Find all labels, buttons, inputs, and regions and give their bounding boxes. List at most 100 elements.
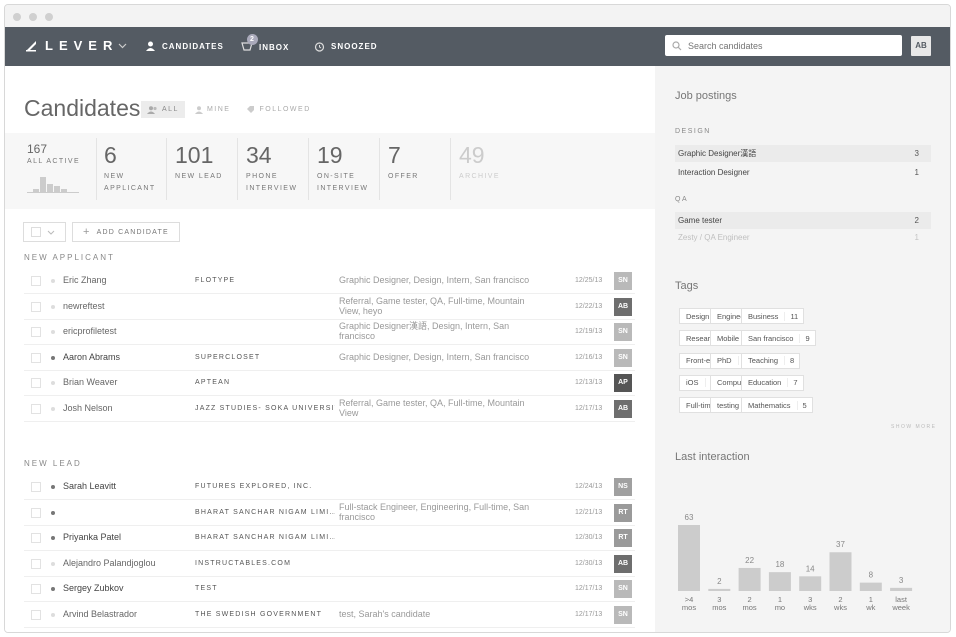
row-checkbox[interactable] (31, 558, 41, 569)
row-checkbox[interactable] (31, 482, 41, 492)
row-checkbox[interactable] (31, 301, 41, 312)
candidate-name[interactable]: Priyanka Patel (63, 532, 121, 542)
chart-bar[interactable] (768, 572, 791, 591)
candidate-row[interactable]: ericprofiletest Graphic Designer漢語, Desig… (24, 319, 635, 346)
brand-logo[interactable]: LEVER (25, 38, 135, 53)
filter-followed-label: FOLLOWED (259, 106, 311, 113)
add-candidate-button[interactable]: + ADD CANDIDATE (72, 222, 180, 242)
stage-phone-interview[interactable]: 34 PHONE INTERVIEW (246, 142, 296, 195)
nav-snoozed[interactable]: SNOOZED (314, 41, 378, 52)
owner-avatar[interactable]: AB (614, 554, 632, 573)
filter-followed[interactable]: FOLLOWED (240, 101, 316, 118)
chart-bar[interactable] (678, 525, 700, 591)
stage-all-active[interactable]: 167 ALL ACTIVE (27, 142, 80, 198)
candidate-row[interactable]: Josh Nelson JAZZ STUDIES- SOKA UNIVERSITY… (24, 396, 635, 422)
chart-bar[interactable] (708, 588, 731, 591)
candidate-row[interactable]: newreftest Referral, Game tester, QA, Ful… (24, 294, 635, 320)
tag-chip[interactable]: Mathematics 5 (741, 397, 813, 414)
section-title: NEW LEAD (24, 459, 82, 468)
show-more-tags-link[interactable]: SHOW MORE (891, 424, 936, 430)
candidate-row[interactable]: Arvind Belastrador THE SWEDISH GOVERNMENT… (24, 602, 635, 628)
candidate-row[interactable]: Sergey Zubkov TEST 12/17/13 SN (24, 576, 635, 603)
candidate-name[interactable]: Aaron Abrams (63, 352, 120, 362)
activity-dot (51, 587, 55, 592)
owner-avatar[interactable]: NS (614, 478, 632, 496)
candidate-row[interactable]: Sarah Leavitt FUTURES EXPLORED, INC. 12/24… (24, 474, 635, 500)
chart-bar[interactable] (859, 582, 882, 591)
candidate-row[interactable]: Aaron Abrams SUPERCLOSET Graphic Designer,… (24, 345, 635, 371)
filter-mine[interactable]: MINE (189, 101, 237, 118)
job-title: Game tester (678, 216, 723, 225)
tag-chip[interactable]: Business 11 (741, 308, 805, 324)
stage-new-applicant[interactable]: 6 NEW APPLICANT (104, 142, 154, 195)
owner-avatar[interactable]: SN (614, 580, 632, 599)
candidate-row[interactable]: BHARAT SANCHAR NIGAM LIMI… Full-stack Eng… (24, 500, 635, 526)
row-checkbox[interactable] (31, 276, 41, 286)
window-maximize-icon[interactable] (45, 13, 53, 21)
owner-avatar[interactable]: AP (614, 374, 632, 393)
candidate-name[interactable]: Alejandro Palandjoglou (63, 558, 156, 568)
job-posting-qa-engineer[interactable]: Zesty / QA Engineer 1 (675, 233, 931, 243)
candidate-name[interactable]: newreftest (63, 301, 105, 311)
job-posting-graphic-designer[interactable]: Graphic Designer漢語 3 (675, 145, 931, 162)
candidate-name[interactable]: Sarah Leavitt (63, 481, 116, 491)
stage-offer[interactable]: 7 OFFER (388, 142, 419, 183)
row-checkbox[interactable] (31, 404, 41, 414)
owner-avatar[interactable]: SN (614, 323, 632, 342)
owner-avatar[interactable]: AB (614, 400, 632, 418)
owner-avatar[interactable]: RT (614, 529, 632, 548)
tag-name: Mobile (717, 333, 740, 343)
candidate-name[interactable]: Eric Zhang (63, 275, 107, 285)
nav-inbox[interactable]: 2 INBOX (241, 34, 289, 53)
candidate-name[interactable]: Brian Weaver (63, 377, 117, 387)
nav-candidates[interactable]: CANDIDATES (145, 41, 224, 51)
candidate-row[interactable]: Priyanka Patel BHARAT SANCHAR NIGAM LIMI…… (24, 525, 635, 552)
owner-avatar[interactable]: SN (614, 272, 632, 290)
bulk-select-dropdown[interactable] (23, 222, 66, 242)
job-posting-game-tester[interactable]: Game tester 2 (675, 212, 931, 229)
candidate-row[interactable]: Brian Weaver APTEAN 12/13/13 AP (24, 370, 635, 397)
stage-onsite-interview[interactable]: 19 ON-SITE INTERVIEW (317, 142, 367, 195)
window-minimize-icon[interactable] (29, 13, 37, 21)
stage-archive[interactable]: 49 ARCHIVE (459, 142, 500, 183)
filter-all[interactable]: ALL (141, 101, 185, 118)
owner-avatar[interactable]: SN (614, 606, 632, 624)
search-input[interactable] (688, 40, 888, 51)
chart-bar[interactable] (738, 567, 761, 591)
chart-bar[interactable] (799, 576, 822, 591)
owner-avatar[interactable]: RT (614, 503, 632, 522)
candidate-name[interactable]: Arvind Belastrador (63, 609, 137, 619)
pipeline-stages: 167 ALL ACTIVE 6 NEW APPLICANT 101 NEW L… (5, 133, 655, 209)
tag-chip[interactable]: Teaching 8 (741, 352, 801, 369)
candidate-date: 12/30/13 (575, 559, 603, 567)
user-avatar[interactable]: AB (911, 36, 931, 56)
activity-dot (51, 355, 55, 360)
row-checkbox[interactable] (31, 610, 41, 620)
row-checkbox[interactable] (31, 327, 41, 338)
chart-bar[interactable] (890, 587, 913, 591)
row-checkbox[interactable] (31, 507, 41, 518)
search-box[interactable] (665, 35, 902, 56)
tag-chip[interactable]: San francisco 9 (741, 330, 816, 347)
tag-chip[interactable]: Education 7 (741, 374, 804, 391)
chart-bar[interactable] (829, 552, 852, 591)
job-posting-interaction-designer[interactable]: Interaction Designer 1 (675, 164, 931, 181)
row-checkbox[interactable] (31, 533, 41, 544)
tag-name: Business (748, 311, 779, 321)
owner-avatar[interactable]: AB (614, 297, 632, 316)
row-checkbox[interactable] (31, 584, 41, 595)
candidate-organization: APTEAN (195, 379, 231, 387)
chart-category-label: mos (712, 603, 726, 612)
candidate-row[interactable]: Eric Zhang FLOTYPE Graphic Designer, Desig… (24, 268, 635, 294)
candidate-row[interactable]: Alejandro Palandjoglou INSTRUCTABLES.COM 1… (24, 551, 635, 577)
candidate-name[interactable]: Josh Nelson (63, 403, 113, 413)
row-checkbox[interactable] (31, 378, 41, 389)
candidate-name[interactable]: ericprofiletest (63, 326, 117, 336)
owner-avatar[interactable]: SN (614, 348, 632, 367)
select-all-checkbox[interactable] (31, 227, 41, 237)
plus-icon: + (83, 226, 91, 238)
row-checkbox[interactable] (31, 352, 41, 363)
stage-new-lead[interactable]: 101 NEW LEAD (175, 142, 223, 183)
candidate-name[interactable]: Sergey Zubkov (63, 583, 124, 593)
window-close-icon[interactable] (13, 13, 21, 21)
